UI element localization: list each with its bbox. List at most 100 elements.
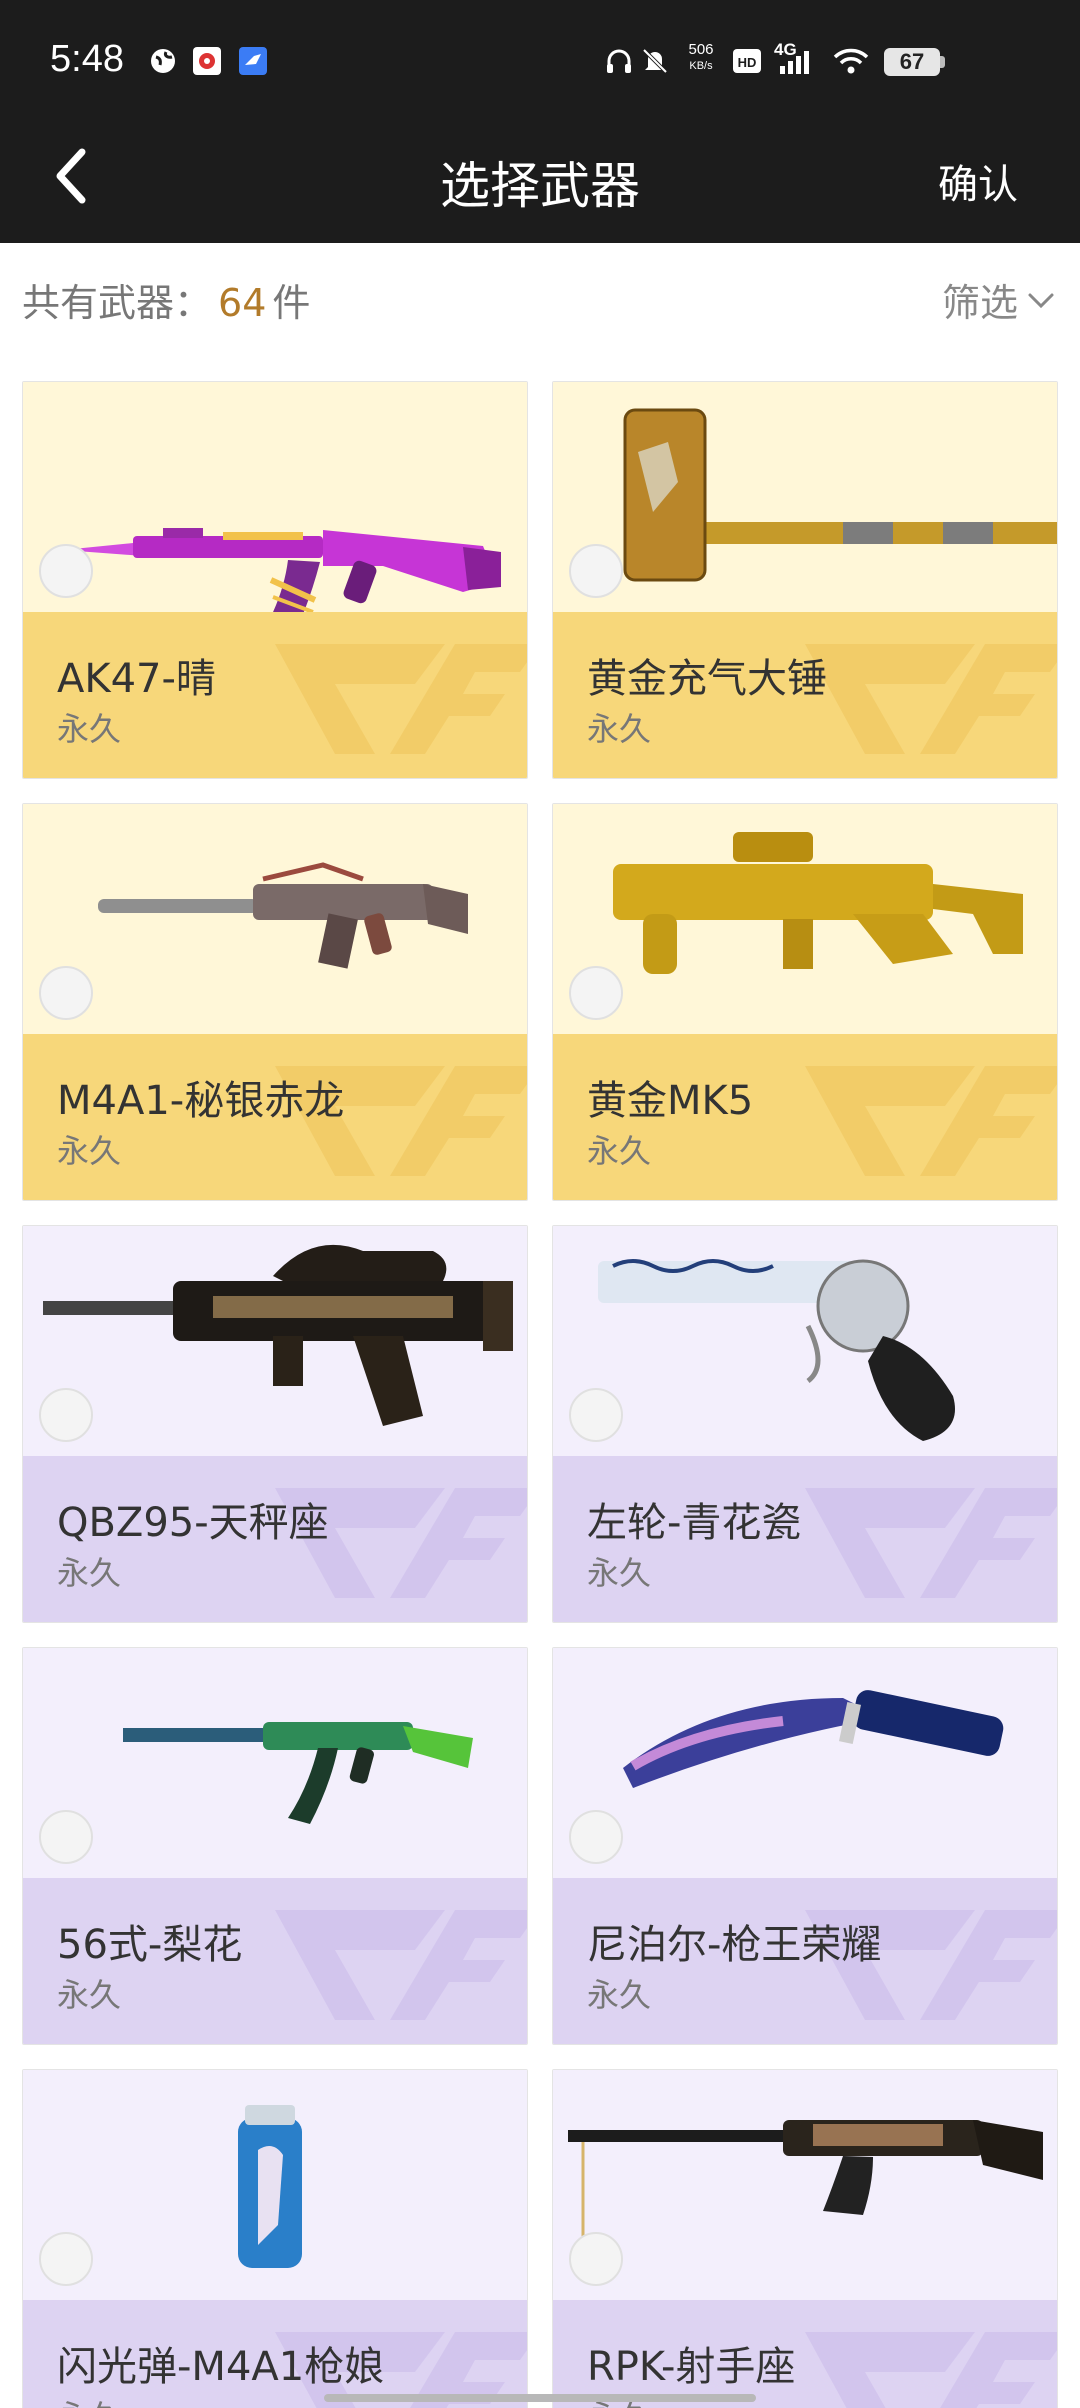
chevron-down-icon [1028,293,1054,308]
home-indicator [324,2394,756,2402]
weapon-card[interactable]: 尼泊尔-枪王荣耀 永久 [552,1647,1058,2045]
weapon-image-area [23,2070,527,2300]
weapon-image-area [553,1226,1057,1456]
feishu-icon [239,47,267,75]
weapon-image [598,1259,955,1441]
weapon-image-area [553,2070,1057,2300]
weapon-grid: AK47-晴 永久 黄金充气大锤 永久 M4A1-秘银赤龙 永久 黄金MK5 永… [22,381,1058,2408]
weapon-card[interactable]: 黄金MK5 永久 [552,803,1058,1201]
weapon-info: QBZ95-天秤座 永久 [23,1456,527,1622]
select-radio[interactable] [569,1810,623,1864]
select-radio[interactable] [39,1810,93,1864]
weapon-card[interactable]: M4A1-秘银赤龙 永久 [22,803,528,1201]
cf-watermark-icon [805,1066,1057,1176]
select-radio[interactable] [39,966,93,1020]
weapon-name: RPK-射手座 [587,2344,796,2390]
nav-bar: 选择武器 确认 [0,108,1080,243]
weapon-info: 黄金充气大锤 永久 [553,612,1057,778]
page-title: 选择武器 [440,157,640,215]
weapon-card[interactable]: 闪光弹-M4A1枪娘 永久 [22,2069,528,2408]
weapon-image [43,1244,513,1426]
net-speed-unit: KB/s [689,60,713,72]
weapon-image [623,1690,1004,1788]
weapon-duration: 永久 [587,710,652,748]
weapon-image-area [23,1648,527,1878]
weapon-image [613,832,1023,974]
weapon-info: 尼泊尔-枪王荣耀 永久 [553,1878,1057,2044]
select-radio[interactable] [569,1388,623,1442]
weapon-name: 闪光弹-M4A1枪娘 [57,2344,385,2390]
globe-icon [151,49,175,73]
status-bar: 5:48 506 KB/s HD 4G 67 [0,0,1080,108]
weapon-info: 闪光弹-M4A1枪娘 永久 [23,2300,527,2408]
mute-icon [642,48,668,74]
weapon-duration: 永久 [587,1554,652,1592]
weapon-image [98,862,468,969]
filter-button[interactable]: 筛选 [942,272,1056,327]
select-radio[interactable] [569,966,623,1020]
weapon-card[interactable]: 左轮-青花瓷 永久 [552,1225,1058,1623]
weapon-card[interactable]: QBZ95-天秤座 永久 [22,1225,528,1623]
weapon-image [238,2105,302,2268]
chevron-left-icon [56,148,86,204]
weapon-card[interactable]: AK47-晴 永久 [22,381,528,779]
weapon-name: 左轮-青花瓷 [587,1500,802,1546]
weapon-duration: 永久 [587,1132,652,1170]
weapon-name: 尼泊尔-枪王荣耀 [587,1922,882,1968]
cf-watermark-icon [275,644,527,754]
weapon-duration: 永久 [57,1132,122,1170]
weapon-count-summary: 共有武器： 64 件 [22,272,310,327]
signal-icon [780,51,809,74]
weapon-name: AK47-晴 [57,656,216,702]
weapon-duration: 永久 [57,710,122,748]
hd-icon: HD [733,49,761,73]
select-radio[interactable] [39,1388,93,1442]
weapon-image-area [23,382,527,612]
select-radio[interactable] [39,2232,93,2286]
cf-watermark-icon [805,1488,1057,1598]
weapon-image [623,408,1057,582]
weapon-info: M4A1-秘银赤龙 永久 [23,1034,527,1200]
status-time: 5:48 [50,38,124,80]
filter-label: 筛选 [941,281,1018,325]
weapon-info: 左轮-青花瓷 永久 [553,1456,1057,1622]
select-radio[interactable] [569,2232,623,2286]
headphones-icon [607,49,631,73]
weapon-image-area [23,1226,527,1456]
net-speed-value: 506 [688,41,714,58]
weapon-name: M4A1-秘银赤龙 [57,1078,345,1124]
battery-tip [940,56,945,68]
app-badge-icon [193,47,221,75]
svg-text:HD: HD [738,55,757,70]
wifi-icon [833,48,869,74]
count-prefix: 共有武器： [22,281,213,325]
weapon-info: RPK-射手座 永久 [553,2300,1057,2408]
weapon-card[interactable]: 56式-梨花 永久 [22,1647,528,2045]
weapon-image-area [553,382,1057,612]
weapon-duration: 永久 [57,1976,122,2014]
weapon-card[interactable]: 黄金充气大锤 永久 [552,381,1058,779]
weapon-image-area [553,804,1057,1034]
count-unit: 件 [272,281,311,325]
weapon-name: 56式-梨花 [57,1922,243,1968]
weapon-duration: 永久 [57,1554,122,1592]
weapon-image-area [23,804,527,1034]
weapon-info: 黄金MK5 永久 [553,1034,1057,1200]
weapon-duration: 永久 [587,1976,652,2014]
battery-indicator: 67 [884,48,940,76]
weapon-name: QBZ95-天秤座 [57,1500,329,1546]
weapon-card[interactable]: RPK-射手座 永久 [552,2069,1058,2408]
weapon-info: AK47-晴 永久 [23,612,527,778]
select-radio[interactable] [39,544,93,598]
weapon-image [63,528,501,612]
confirm-button[interactable]: 确认 [938,152,1018,210]
weapon-name: 黄金MK5 [587,1078,754,1124]
weapon-count: 64 [218,281,267,325]
weapon-image [123,1722,473,1824]
cf-watermark-icon [805,644,1057,754]
net-speed: 506 KB/s [684,42,718,74]
weapon-duration: 永久 [57,2392,121,2408]
back-button[interactable] [40,136,110,216]
weapon-image-area [553,1648,1057,1878]
select-radio[interactable] [569,544,623,598]
